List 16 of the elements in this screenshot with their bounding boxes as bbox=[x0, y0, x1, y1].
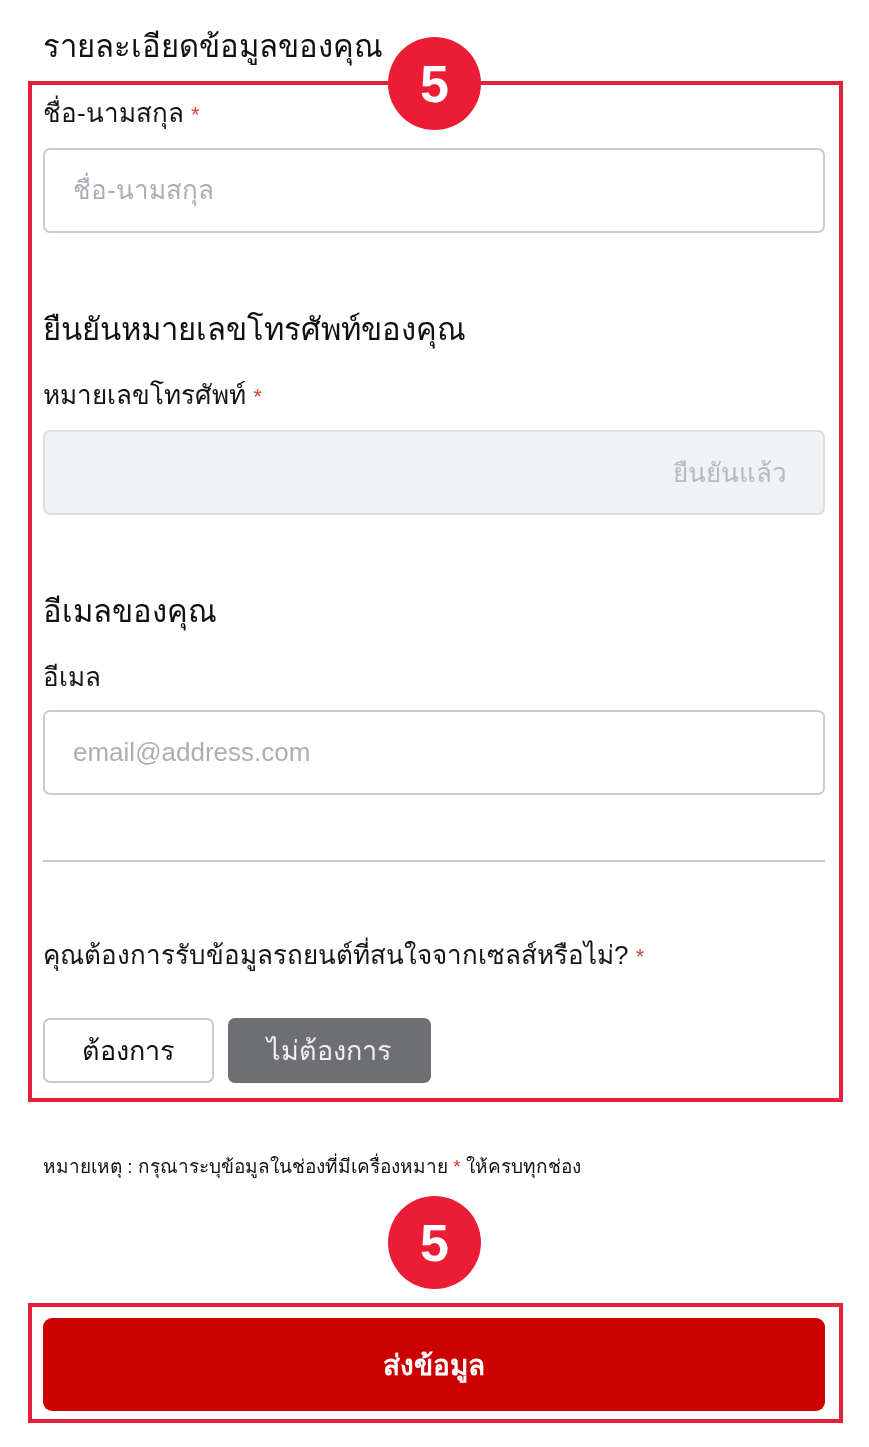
question-text: คุณต้องการรับข้อมูลรถยนต์ที่สนใจจากเซลส์หรือไม่? * bbox=[43, 937, 645, 975]
name-field[interactable]: ชื่อ-นามสกุล bbox=[43, 148, 825, 233]
note-text: หมายเหตุ : กรุณาระบุข้อมูลในช่องที่มีเครื่องหมาย * ให้ครบทุกช่อง bbox=[43, 1154, 581, 1180]
field-label: หมายเลขโทรศัพท์ * bbox=[43, 379, 262, 412]
section-heading: อีเมลของคุณ bbox=[43, 593, 217, 632]
field-label: ชื่อ-นามสกุล * bbox=[43, 95, 200, 133]
step-number-badge: 5 bbox=[388, 37, 481, 130]
step-number-badge: 5 bbox=[388, 1196, 481, 1289]
option-button[interactable]: ต้องการ bbox=[43, 1018, 214, 1083]
section-heading: ยืนยันหมายเลขโทรศัพท์ของคุณ bbox=[43, 311, 466, 350]
option-button[interactable]: ไม่ต้องการ bbox=[228, 1018, 431, 1083]
submit-button[interactable]: ส่งข้อมูล bbox=[43, 1318, 825, 1411]
verified-status: ยืนยันแล้ว bbox=[673, 456, 787, 490]
field-label: อีเมล bbox=[43, 661, 101, 694]
page-heading: รายละเอียดข้อมูลของคุณ bbox=[43, 28, 383, 67]
email-field[interactable]: email@address.com bbox=[43, 710, 825, 795]
